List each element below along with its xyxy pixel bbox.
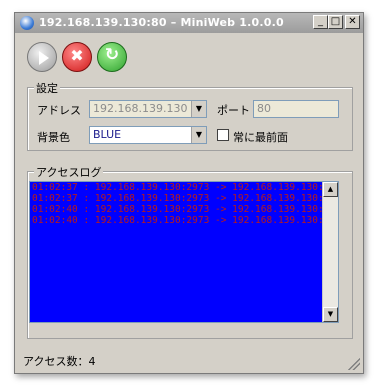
log-scrollbar[interactable]: ▲ ▼: [322, 182, 338, 322]
access-log-group-label: アクセスログ: [34, 164, 104, 180]
title-bar[interactable]: 192.168.139.130:80 – MiniWeb 1.0.0.0 _ □…: [15, 13, 363, 33]
bgcolor-value: BLUE: [93, 128, 122, 141]
globe-icon: [20, 16, 34, 30]
restart-button[interactable]: ↻: [97, 42, 127, 72]
window-title: 192.168.139.130:80 – MiniWeb 1.0.0.0: [39, 16, 284, 29]
maximize-button[interactable]: □: [328, 15, 343, 29]
access-log-list[interactable]: 01:02:37 : 192.168.139.130:2973 -> 192.1…: [29, 181, 339, 323]
port-value: 80: [257, 102, 271, 115]
log-line: 01:02:37 : 192.168.139.130:2973 -> 192.1…: [32, 182, 336, 193]
address-dropdown[interactable]: 192.168.139.130 ▼: [89, 100, 207, 118]
start-button[interactable]: [27, 42, 57, 72]
topmost-checkbox[interactable]: [217, 129, 229, 141]
close-button[interactable]: ✕: [345, 15, 360, 29]
port-label: ポート: [217, 104, 250, 117]
app-window: 192.168.139.130:80 – MiniWeb 1.0.0.0 _ □…: [14, 12, 364, 374]
minimize-button[interactable]: _: [313, 15, 328, 29]
settings-group-label: 設定: [34, 80, 60, 96]
stop-button[interactable]: ✖: [62, 42, 92, 72]
access-count: アクセス数：4: [23, 355, 96, 368]
chevron-down-icon[interactable]: ▼: [191, 101, 206, 117]
scroll-up-icon[interactable]: ▲: [323, 182, 338, 197]
address-value: 192.168.139.130: [93, 102, 188, 115]
log-line: 01:02:37 : 192.168.139.130:2973 -> 192.1…: [32, 193, 336, 204]
address-label: アドレス: [37, 104, 81, 117]
log-line: 01:02:40 : 192.168.139.130:2973 -> 192.1…: [32, 215, 336, 226]
status-bar: アクセス数：4: [23, 353, 95, 369]
reload-icon: ↻: [104, 45, 120, 65]
bgcolor-dropdown[interactable]: BLUE ▼: [89, 126, 207, 144]
resize-grip-icon[interactable]: [348, 358, 360, 370]
stop-icon: ✖: [70, 46, 84, 65]
scroll-down-icon[interactable]: ▼: [323, 307, 338, 322]
log-line: 01:02:40 : 192.168.139.130:2973 -> 192.1…: [32, 204, 336, 215]
chevron-down-icon[interactable]: ▼: [191, 127, 206, 143]
port-field[interactable]: 80: [253, 100, 339, 118]
topmost-label[interactable]: 常に最前面: [233, 129, 288, 145]
bgcolor-label: 背景色: [37, 131, 70, 144]
